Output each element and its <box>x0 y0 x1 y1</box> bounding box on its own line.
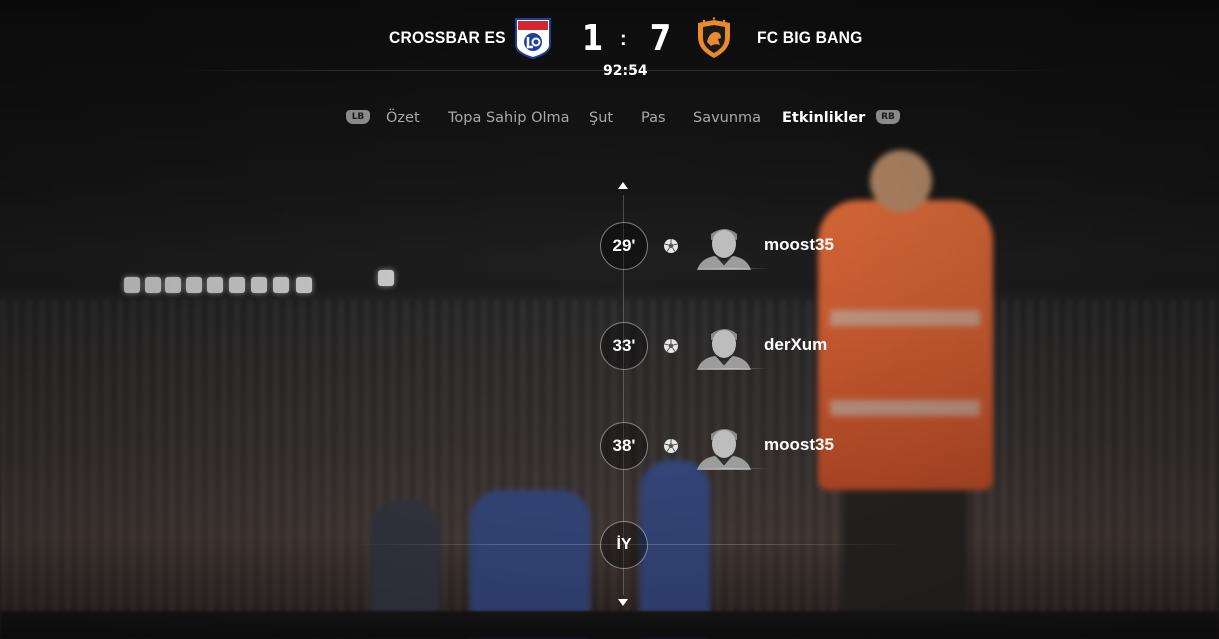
away-team-name: FC BIG BANG <box>757 28 863 47</box>
timeline-event[interactable]: 38' moost35 <box>600 422 920 470</box>
orange-lion-shield-crest-icon <box>698 17 730 58</box>
match-clock: 92:54 <box>603 63 648 79</box>
player-avatar-icon <box>697 429 751 470</box>
player-avatar-icon <box>697 329 751 370</box>
event-minute: 38' <box>600 422 648 470</box>
timeline-event[interactable]: 29' moost35 <box>600 222 920 270</box>
event-player-name: moost35 <box>764 435 834 454</box>
home-score: 1 <box>581 18 604 59</box>
tab-topa-sahip-olma[interactable]: Topa Sahip Olma <box>448 110 570 126</box>
soccer-ball-icon <box>664 339 678 353</box>
tab-sut[interactable]: Şut <box>589 110 613 126</box>
lb-bumper-icon[interactable]: LB <box>346 110 370 124</box>
tab-ozet[interactable]: Özet <box>386 110 420 126</box>
stats-tab-bar: LB Özet Topa Sahip Olma Şut Pas Savunma … <box>0 108 1219 130</box>
header-divider <box>170 70 1075 71</box>
tab-savunma[interactable]: Savunma <box>693 110 761 126</box>
half-time-label: İY <box>600 521 648 569</box>
olympique-lyonnais-crest-icon <box>515 18 551 59</box>
event-minute: 29' <box>600 222 648 270</box>
event-player-name: moost35 <box>764 235 834 254</box>
score-separator: : <box>620 28 627 50</box>
soccer-ball-icon <box>664 239 678 253</box>
player-avatar-icon <box>697 229 751 270</box>
tab-etkinlikler[interactable]: Etkinlikler <box>782 110 865 126</box>
scroll-up-arrow-icon[interactable] <box>618 182 628 189</box>
tab-pas[interactable]: Pas <box>641 110 666 126</box>
half-time-marker: İY <box>600 521 648 569</box>
scroll-down-arrow-icon[interactable] <box>618 599 628 606</box>
home-team-name: CROSSBAR ES <box>389 28 506 47</box>
scoreboard: CROSSBAR ES 1 : 7 FC BIG BANG 92:54 <box>0 0 1219 90</box>
event-player-name: derXum <box>764 335 828 354</box>
timeline-event[interactable]: 33' derXum <box>600 322 920 370</box>
event-minute: 33' <box>600 322 648 370</box>
rb-bumper-icon[interactable]: RB <box>876 110 900 124</box>
away-score: 7 <box>649 18 672 59</box>
soccer-ball-icon <box>664 439 678 453</box>
